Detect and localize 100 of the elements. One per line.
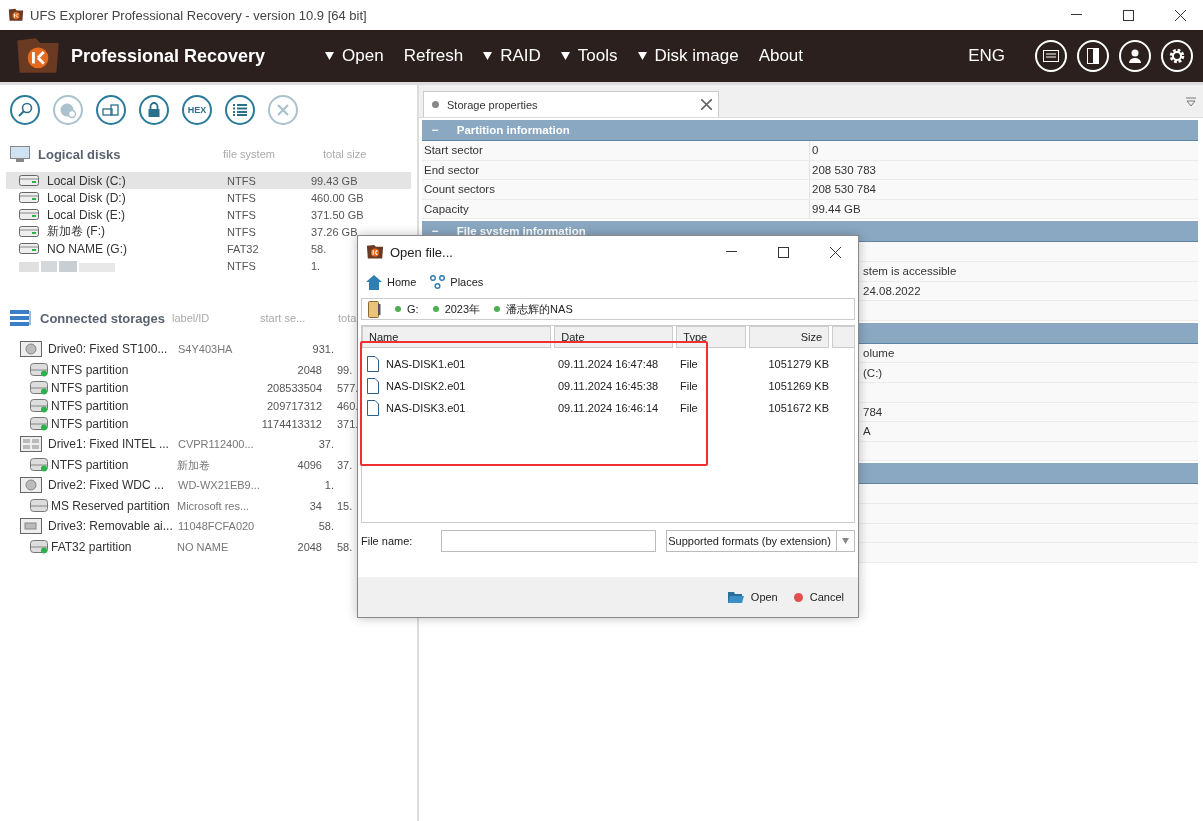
property-name: End sector [422, 160, 810, 180]
partition-name[interactable]: FAT32 partition [51, 540, 177, 554]
partition-name[interactable]: NTFS partition [51, 399, 177, 413]
lock-icon [147, 102, 161, 118]
file-size: 1051672 KB [768, 402, 829, 414]
maximize-icon [1122, 9, 1134, 21]
ssd-drive-icon [20, 436, 42, 452]
file-name-label: File name: [361, 535, 414, 547]
path-crumb[interactable]: 2023年 [432, 301, 481, 317]
disk-row[interactable]: 新加卷 (F:) NTFS 37.26 GB [6, 223, 411, 240]
total-size: 1. [311, 259, 322, 272]
storage-stack-icon [10, 309, 32, 327]
partition-name[interactable]: NTFS partition [51, 417, 177, 431]
close-icon[interactable] [701, 99, 712, 110]
file-icon [367, 378, 379, 394]
menu-item[interactable]: Refresh [403, 46, 464, 66]
format-dropdown[interactable]: Supported formats (by extension) [666, 530, 855, 552]
total-size: 37. [337, 459, 354, 471]
property-value: 99.44 GB [811, 203, 861, 216]
message-icon [1043, 50, 1059, 62]
maximize-icon [777, 246, 789, 258]
partition-name[interactable]: NTFS partition [51, 381, 177, 395]
total-size: 577. [337, 382, 360, 394]
property-value: 24.08.2022 [863, 284, 921, 297]
drive-label: WD-WX21EB9... [178, 479, 261, 491]
disk-image-button[interactable] [96, 95, 126, 125]
dialog-title: Open file... [390, 244, 454, 260]
file-name[interactable]: NAS-DISK2.e01 [386, 380, 466, 392]
menu-item[interactable]: Open [325, 46, 384, 66]
window-title: UFS Explorer Professional Recovery - version 10.9 [64 bit] [30, 7, 368, 23]
file-name[interactable]: NAS-DISK3.e01 [386, 402, 466, 414]
column-header[interactable]: Name [362, 326, 552, 348]
file-date: 09.11.2024 16:46:14 [558, 402, 659, 414]
cancel-button[interactable]: Cancel [793, 591, 844, 603]
home-button[interactable]: Home [366, 274, 417, 290]
column-header[interactable]: Size [748, 326, 830, 348]
language-selector[interactable]: ENG [968, 46, 1005, 66]
file-icon [367, 356, 379, 372]
column-header: label/ID [172, 312, 211, 324]
app-logo-icon [15, 36, 61, 76]
drive-icon [368, 300, 381, 318]
column-header[interactable]: Date [554, 326, 674, 348]
lock-button[interactable] [139, 95, 169, 125]
caret-icon [483, 52, 493, 60]
disk-row[interactable]: Local Disk (D:) NTFS 460.00 GB [6, 189, 411, 206]
property-name: Start sector [422, 141, 810, 160]
total-size: 58. [311, 242, 328, 255]
search-button[interactable] [10, 95, 40, 125]
hard-drive-icon [20, 341, 42, 357]
partition-label: Microsoft res... [177, 500, 251, 512]
property-value: 784 [863, 405, 883, 418]
app-logo-icon [366, 244, 384, 260]
path-crumb[interactable]: G: [395, 303, 419, 315]
path-crumb[interactable]: 潘志辉的NAS [494, 301, 573, 317]
places-button[interactable]: Places [430, 274, 484, 290]
settings-button[interactable] [1161, 40, 1193, 72]
drive-name[interactable]: Drive2: Fixed WDC ... [48, 478, 178, 492]
places-icon [430, 274, 446, 290]
total-size: 460.00 GB [311, 191, 365, 204]
user-button[interactable] [1119, 40, 1151, 72]
app-logo-icon [8, 8, 24, 22]
menu-item[interactable]: RAID [483, 46, 541, 66]
disk-name: Local Disk (D:) [47, 190, 127, 205]
drive-name[interactable]: Drive0: Fixed ST100... [48, 342, 178, 356]
partition-name[interactable]: NTFS partition [51, 458, 177, 472]
drive-name[interactable]: Drive3: Removable ai... [48, 519, 178, 533]
minimize-icon [1070, 14, 1082, 16]
file-name[interactable]: NAS-DISK1.e01 [386, 358, 466, 370]
total-size: 371.50 GB [311, 208, 365, 221]
app-name: Professional Recovery [71, 45, 266, 67]
file-date: 09.11.2024 16:47:48 [558, 358, 659, 370]
dropdown-icon[interactable] [1185, 97, 1197, 107]
start-sector: 4096 [296, 459, 322, 471]
file-date: 09.11.2024 16:45:38 [558, 380, 659, 392]
partition-name[interactable]: NTFS partition [51, 363, 177, 377]
properties-tab[interactable]: Storage properties [423, 91, 719, 117]
panel-button[interactable] [1077, 40, 1109, 72]
drive-name[interactable]: Drive1: Fixed INTEL ... [48, 437, 178, 451]
partition-name[interactable]: MS Reserved partition [51, 499, 177, 513]
disk-name: NO NAME (G:) [47, 241, 128, 256]
file-type: File [680, 380, 698, 392]
total-size: 1. [323, 479, 334, 491]
disk-row[interactable]: Local Disk (C:) NTFS 99.43 GB [6, 172, 411, 189]
messages-button[interactable] [1035, 40, 1067, 72]
folder-icon [727, 590, 744, 604]
total-size: 99.43 GB [311, 174, 359, 187]
close-icon [1174, 9, 1186, 21]
hex-button[interactable]: HEX [182, 95, 212, 125]
file-name-field[interactable] [440, 530, 657, 552]
drive-label: S4Y403HA [178, 343, 234, 355]
menu-item[interactable]: Disk image [637, 46, 739, 66]
open-button[interactable]: Open [727, 590, 778, 604]
disk-row[interactable]: Local Disk (E:) NTFS 371.50 GB [6, 206, 411, 223]
start-sector: 208533504 [265, 382, 322, 394]
partition-label: 新加卷 [177, 457, 211, 473]
list-button[interactable] [225, 95, 255, 125]
property-name: Capacity [422, 199, 810, 219]
disk-name: 新加卷 (F:) [47, 223, 106, 240]
menu-item[interactable]: Tools [560, 46, 618, 66]
menu-item[interactable]: About [758, 46, 804, 66]
